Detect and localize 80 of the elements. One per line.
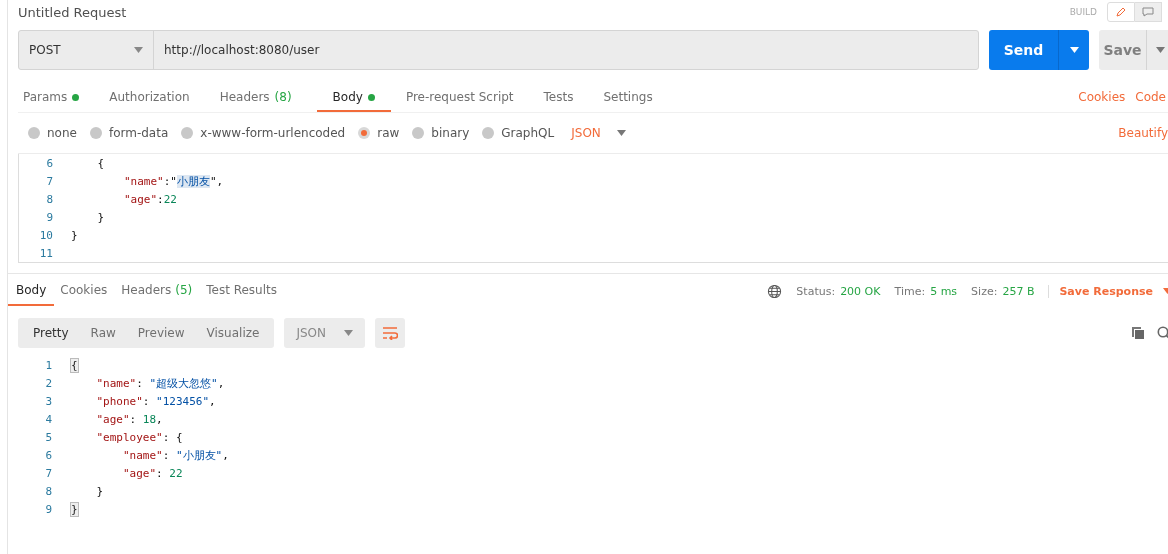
code-line: "age":22 xyxy=(122,192,177,206)
stat-label: Status: xyxy=(796,284,836,298)
code-line: { xyxy=(96,156,105,170)
response-tab[interactable]: Cookies xyxy=(52,276,116,306)
line-number: 2 xyxy=(44,376,53,390)
line-number: 11 xyxy=(38,246,54,260)
body-type-option[interactable]: form-data xyxy=(89,126,169,140)
status-dot-icon xyxy=(72,93,80,101)
mode-label: BUILD xyxy=(1069,7,1097,17)
response-tab[interactable]: Test Results xyxy=(198,276,285,306)
radio-button[interactable] xyxy=(482,127,495,139)
format-dropdown[interactable]: JSON xyxy=(571,126,626,140)
radio-button[interactable] xyxy=(28,127,40,139)
body-type-option[interactable]: x-www-form-urlencoded xyxy=(181,126,346,140)
line-number: 8 xyxy=(45,192,54,206)
radio-button[interactable] xyxy=(181,127,194,139)
view-mode-tab[interactable]: Raw xyxy=(79,318,127,348)
save-options-caret-icon[interactable] xyxy=(1155,47,1165,53)
request-tab[interactable]: Headers (8) xyxy=(214,84,307,112)
globe-icon[interactable] xyxy=(767,283,783,299)
comment-icon[interactable] xyxy=(1135,2,1162,22)
radio-button[interactable] xyxy=(412,127,425,139)
stat-value: 200 OK xyxy=(840,284,881,298)
request-tab[interactable]: Params xyxy=(18,84,95,112)
stat-label: Time: xyxy=(894,284,926,298)
view-mode-tab[interactable]: Visualize xyxy=(195,318,271,348)
body-type-option[interactable]: none xyxy=(28,126,77,140)
request-tab[interactable]: Tests xyxy=(538,84,589,112)
code-line: "phone": "123456", xyxy=(95,394,216,408)
wrap-lines-icon xyxy=(382,326,398,340)
line-number: 10 xyxy=(38,228,54,242)
code-line: } xyxy=(96,210,105,224)
view-mode-tab[interactable]: Preview xyxy=(126,318,196,348)
response-tab[interactable]: Body xyxy=(8,276,55,306)
line-number: 6 xyxy=(44,448,53,462)
code-line: "employee": { xyxy=(95,430,183,444)
status-dot-icon xyxy=(367,93,375,101)
body-type-option[interactable]: GraphQL xyxy=(482,126,555,140)
line-number: 4 xyxy=(44,412,53,426)
radio-button[interactable] xyxy=(358,127,371,139)
code-line: "age": 22 xyxy=(121,466,183,480)
line-number: 6 xyxy=(45,156,54,170)
request-title: Untitled Request xyxy=(18,4,127,20)
response-tab[interactable]: Headers (5) xyxy=(113,276,201,306)
view-mode-tab[interactable]: Pretty xyxy=(22,318,80,348)
wrap-lines-button[interactable] xyxy=(375,318,405,348)
stat-value: 257 B xyxy=(1002,284,1035,298)
stat-label: Size: xyxy=(971,284,998,298)
code-line: "name":"小朋友", xyxy=(122,173,224,189)
line-number: 1 xyxy=(44,358,53,372)
save-response-button[interactable]: Save Response xyxy=(1048,284,1168,298)
line-number: 8 xyxy=(44,484,53,498)
code-line: "name": "超级大忽悠", xyxy=(95,375,225,391)
code-line: } xyxy=(71,228,78,242)
request-tab[interactable]: Pre-request Script xyxy=(400,84,529,112)
caret-icon xyxy=(616,130,626,136)
code-line: "age": 18, xyxy=(95,412,163,426)
link[interactable]: Code xyxy=(1135,90,1166,104)
line-number: 9 xyxy=(44,502,53,516)
line-number: 3 xyxy=(44,394,53,408)
code-line: } xyxy=(95,484,104,498)
copy-icon[interactable] xyxy=(1131,326,1145,340)
line-number: 7 xyxy=(44,466,53,480)
line-number: 7 xyxy=(45,174,54,188)
line-number: 9 xyxy=(45,210,54,224)
body-type-option[interactable]: raw xyxy=(358,126,400,140)
beautify-link[interactable]: Beautify xyxy=(1118,126,1168,140)
send-options-caret-icon[interactable] xyxy=(1069,47,1079,53)
format-dropdown[interactable]: JSON xyxy=(284,318,365,348)
request-tab[interactable]: Body xyxy=(316,84,391,112)
line-number: 5 xyxy=(44,430,53,444)
request-tab[interactable]: Settings xyxy=(598,84,668,112)
stat-value: 5 ms xyxy=(930,284,958,298)
radio-button[interactable] xyxy=(89,127,102,139)
body-type-option[interactable]: binary xyxy=(412,126,470,140)
link[interactable]: Cookies xyxy=(1078,90,1126,104)
search-icon[interactable] xyxy=(1157,325,1168,341)
caret-icon xyxy=(344,330,353,336)
request-tab[interactable]: Authorization xyxy=(104,84,205,112)
code-line: "name": "小朋友", xyxy=(121,447,229,463)
